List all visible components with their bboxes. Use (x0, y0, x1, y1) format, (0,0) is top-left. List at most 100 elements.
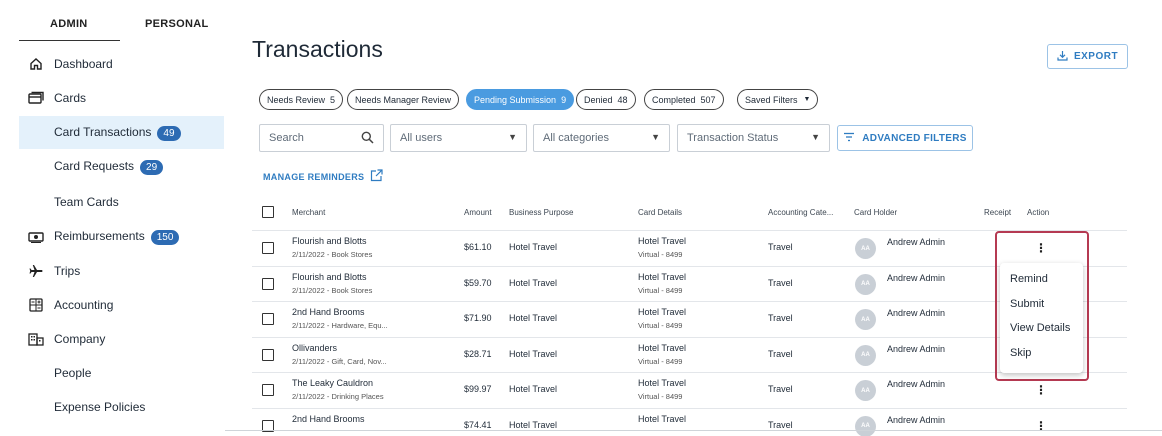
transaction-status-select[interactable]: Transaction Status ▼ (677, 124, 830, 152)
sidebar-item-label: Cards (54, 91, 87, 105)
sidebar-item-people[interactable]: People (19, 357, 224, 389)
sidebar-item-team-cards[interactable]: Team Cards (19, 186, 224, 218)
caret-down-icon: ▼ (803, 96, 811, 103)
column-accounting-category[interactable]: Accounting Cate... (768, 208, 833, 217)
chip-label: Needs Manager Review (355, 94, 452, 105)
card-name: Hotel Travel (638, 307, 687, 317)
chip-label: Denied (584, 94, 613, 105)
sidebar-item-reimbursements[interactable]: Reimbursements 150 (19, 221, 224, 253)
merchant-name: Flourish and Blotts (292, 236, 367, 246)
accounting-category: Travel (768, 419, 793, 430)
card-holder-name: Andrew Admin (887, 414, 946, 425)
sidebar-item-text: Reimbursements (54, 229, 145, 243)
column-receipt[interactable]: Receipt (984, 208, 1011, 217)
card-holder-name: Andrew Admin (887, 379, 946, 389)
column-business-purpose[interactable]: Business Purpose (509, 208, 573, 217)
sidebar-item-cards[interactable]: Cards (19, 82, 224, 114)
row-checkbox[interactable] (262, 384, 274, 396)
chip-denied[interactable]: Denied 48 (576, 89, 636, 110)
count-badge: 49 (157, 125, 181, 141)
table-row[interactable]: 2nd Hand Brooms $74.41 Hotel Travel Hote… (252, 409, 1127, 436)
sidebar-item-label: Card Requests 29 (54, 159, 164, 175)
card-number: Virtual - 8499 (638, 250, 683, 259)
users-select[interactable]: All users ▼ (390, 124, 527, 152)
amount: $99.97 (464, 384, 492, 394)
menu-item-submit[interactable]: Submit (1000, 297, 1083, 322)
export-button[interactable]: EXPORT (1047, 44, 1128, 69)
chip-label: Completed (652, 94, 696, 105)
select-all-checkbox[interactable] (262, 206, 274, 218)
menu-item-view-details[interactable]: View Details (1000, 321, 1083, 346)
external-link-icon (370, 169, 383, 184)
card-number: Virtual - 8499 (638, 321, 683, 330)
chip-needs-review[interactable]: Needs Review 5 (259, 89, 344, 110)
categories-select-value: All categories (543, 132, 610, 144)
merchant-name: Ollivanders (292, 342, 338, 353)
sidebar-item-dashboard[interactable]: Dashboard (19, 48, 224, 80)
card-number: Virtual - 8499 (638, 285, 683, 295)
merchant-date-category: 2/11/2022 - Gift, Card, Nov... (292, 356, 387, 366)
sidebar-item-card-transactions[interactable]: Card Transactions 49 (19, 116, 224, 149)
active-tab-indicator (19, 40, 120, 41)
manage-reminders-link[interactable]: MANAGE REMINDERS (263, 169, 383, 184)
more-vertical-icon[interactable]: ⋮ (1032, 419, 1050, 435)
sidebar-item-card-requests[interactable]: Card Requests 29 (19, 151, 224, 183)
amount: $59.70 (464, 277, 492, 288)
column-merchant[interactable]: Merchant (292, 208, 325, 217)
chip-completed[interactable]: Completed 507 (644, 89, 724, 110)
amount: $71.90 (464, 313, 492, 323)
filter-lines-icon (843, 132, 855, 145)
menu-item-remind[interactable]: Remind (1000, 272, 1083, 297)
advanced-filters-button[interactable]: ADVANCED FILTERS (837, 125, 973, 151)
sidebar-item-expense-policies[interactable]: Expense Policies (19, 391, 224, 423)
table-header: Merchant Amount Business Purpose Card De… (252, 200, 1127, 231)
row-checkbox[interactable] (262, 313, 274, 325)
search-icon (361, 131, 374, 146)
saved-filters-dropdown[interactable]: Saved Filters ▼ (737, 89, 819, 110)
amount: $61.10 (464, 242, 492, 252)
divider (225, 430, 1162, 431)
business-purpose: Hotel Travel (509, 313, 558, 323)
avatar: AA (855, 380, 876, 401)
sidebar-item-company[interactable]: Company (19, 323, 224, 355)
export-label: EXPORT (1073, 51, 1119, 62)
sidebar-item-label: Team Cards (54, 195, 119, 209)
sidebar-item-trips[interactable]: Trips (19, 255, 224, 287)
accounting-category: Travel (768, 242, 793, 252)
chip-pending-submission[interactable]: Pending Submission 9 (466, 89, 575, 110)
sidebar-item-accounting[interactable]: Accounting (19, 289, 224, 321)
sidebar-item-label: People (54, 366, 92, 380)
sidebar-item-label: Dashboard (54, 57, 113, 71)
card-holder-name: Andrew Admin (887, 308, 946, 318)
categories-select[interactable]: All categories ▼ (533, 124, 670, 152)
row-checkbox[interactable] (262, 348, 274, 361)
download-icon (1057, 50, 1068, 64)
column-card-details[interactable]: Card Details (638, 208, 682, 217)
card-name: Hotel Travel (638, 342, 687, 353)
avatar: AA (855, 415, 876, 436)
chip-label: Needs Review (267, 94, 326, 105)
count-badge: 150 (150, 230, 180, 245)
chip-needs-manager-review[interactable]: Needs Manager Review (347, 89, 460, 110)
merchant-name: Flourish and Blotts (292, 271, 367, 282)
more-vertical-icon[interactable]: ⋮ (1032, 383, 1050, 399)
mode-tabs: ADMIN PERSONAL (19, 12, 224, 42)
card-name: Hotel Travel (638, 413, 687, 424)
chip-label: Pending Submission (474, 94, 557, 105)
column-amount[interactable]: Amount (464, 208, 492, 217)
users-select-value: All users (400, 132, 443, 144)
accounting-category: Travel (768, 277, 793, 288)
search-field[interactable]: Search (259, 124, 384, 152)
menu-item-skip[interactable]: Skip (1000, 346, 1083, 371)
avatar: AA (855, 238, 876, 259)
transaction-status-value: Transaction Status (687, 132, 779, 144)
row-checkbox[interactable] (262, 277, 274, 290)
caret-down-icon: ▼ (508, 132, 517, 142)
merchant-name: 2nd Hand Brooms (292, 307, 365, 317)
tab-admin[interactable]: ADMIN (50, 18, 88, 30)
plane-icon (28, 263, 44, 279)
tab-personal[interactable]: PERSONAL (145, 18, 209, 30)
column-card-holder[interactable]: Card Holder (854, 208, 897, 217)
row-checkbox[interactable] (262, 242, 274, 254)
accounting-category: Travel (768, 384, 793, 394)
